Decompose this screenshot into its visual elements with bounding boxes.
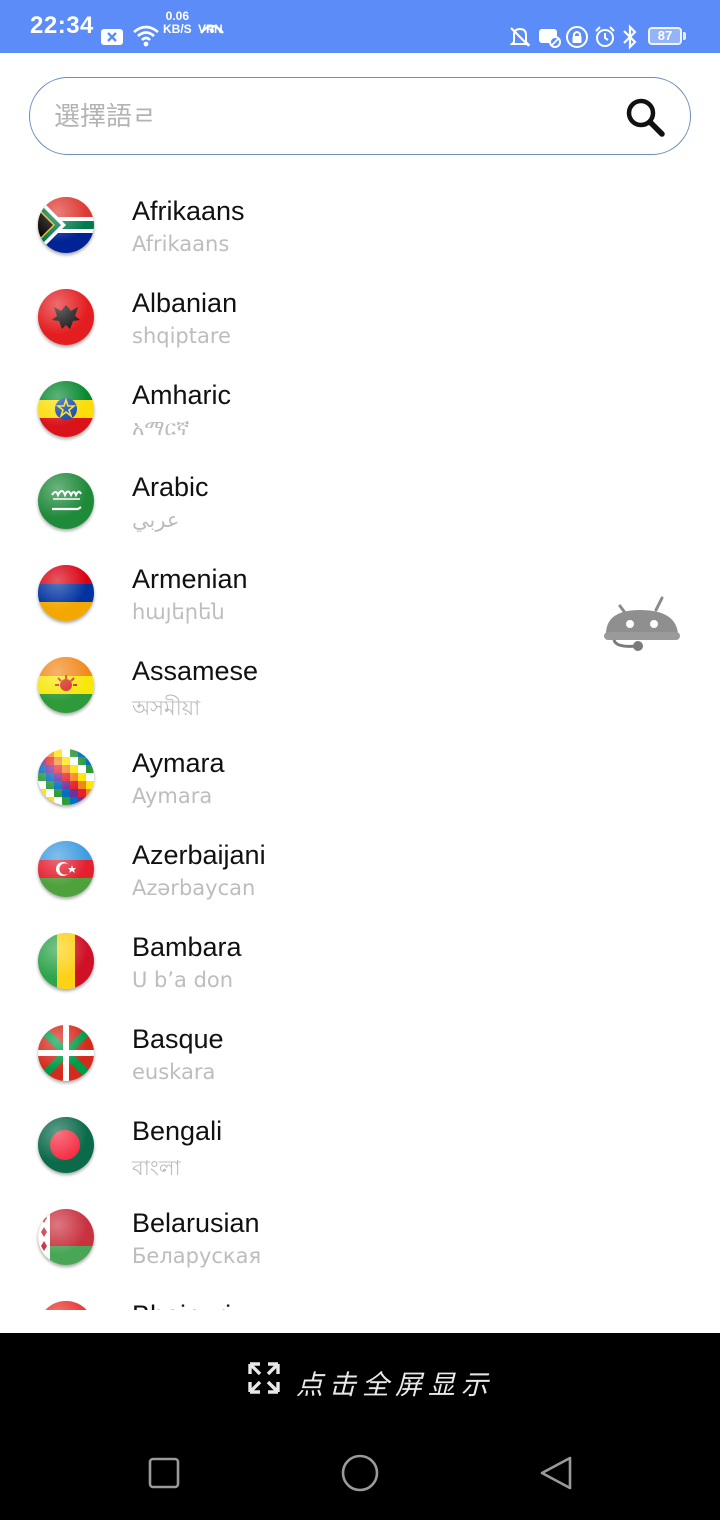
language-native-name: አማርኛ: [132, 416, 190, 440]
language-item-bambara[interactable]: Bambara U b’a don: [0, 901, 720, 993]
ethiopia-flag-icon: [38, 381, 94, 437]
albania-flag-icon: [38, 289, 94, 345]
language-name: Afrikaans: [132, 196, 245, 226]
status-time: 22:34: [30, 12, 94, 39]
language-item-bengali[interactable]: Bengali বাংলা: [0, 1085, 720, 1180]
search-icon[interactable]: [622, 94, 668, 140]
net-speed: 0.06 KB/S: [163, 10, 192, 36]
lock-icon: [566, 26, 588, 48]
language-item-arabic[interactable]: Arabic عربي: [0, 441, 720, 533]
language-item-aymara[interactable]: Aymara Aymara: [0, 717, 720, 809]
language-name: Albanian: [132, 288, 238, 318]
battery-icon: 87: [648, 27, 682, 45]
language-name: Arabic: [132, 472, 209, 502]
language-name: Azerbaijani: [132, 840, 266, 870]
net-speed-unit: KB/S: [163, 22, 192, 36]
assam-flag-icon: [38, 657, 94, 713]
language-native-name: Aymara: [132, 784, 213, 808]
language-list[interactable]: Afrikaans Afrikaans Albanian shqiptare A…: [0, 165, 720, 1310]
alarm-icon: [595, 26, 615, 47]
armenia-flag-icon: [38, 565, 94, 621]
search-box[interactable]: [29, 77, 691, 155]
fullscreen-label[interactable]: 点击全屏显示: [296, 1363, 494, 1402]
language-item-belarusian[interactable]: Belarusian Беларуская: [0, 1177, 720, 1269]
search-input[interactable]: [52, 90, 596, 144]
language-name: Armenian: [132, 564, 248, 594]
language-name: Bengali: [132, 1116, 223, 1146]
mute-bell-icon: [509, 27, 531, 47]
south-africa-flag-icon: [38, 197, 94, 253]
language-name: Assamese: [132, 656, 259, 686]
home-icon[interactable]: [340, 1453, 380, 1493]
wifi-icon: [133, 25, 159, 47]
robot-assistant-icon[interactable]: [600, 594, 682, 654]
language-native-name: عربي: [132, 508, 180, 532]
language-native-name: հայերեն: [132, 600, 225, 624]
language-native-name: U b’a don: [132, 968, 234, 992]
expand-arrows-icon[interactable]: [247, 1361, 281, 1395]
language-native-name: Afrikaans: [132, 232, 230, 256]
bottom-bar: 点击全屏显示: [0, 1333, 720, 1520]
language-item-albanian[interactable]: Albanian shqiptare: [0, 257, 720, 349]
language-name: Amharic: [132, 380, 232, 410]
language-native-name: Azərbaycan: [132, 876, 256, 900]
saudi-arabia-flag-icon: [38, 473, 94, 529]
wiphala-flag-icon: [38, 749, 94, 805]
notification-off-icon: [539, 29, 561, 48]
india-flag-icon: [38, 1301, 94, 1310]
recent-apps-icon[interactable]: [146, 1455, 182, 1491]
language-native-name: shqiptare: [132, 324, 231, 348]
language-name: Bhojpuri: [132, 1300, 231, 1310]
language-name: Basque: [132, 1024, 224, 1054]
vpn-label: VPN: [198, 22, 223, 36]
language-native-name: Беларуская: [132, 1244, 262, 1268]
mali-flag-icon: [38, 933, 94, 989]
close-box-icon: [101, 29, 123, 45]
status-bar: 22:34 0.06 KB/S VPN 87: [0, 0, 720, 53]
language-name: Aymara: [132, 748, 225, 778]
battery-tip: [683, 32, 686, 40]
language-name: Bambara: [132, 932, 242, 962]
belarus-flag-icon: [38, 1209, 94, 1265]
language-name: Belarusian: [132, 1208, 260, 1238]
back-icon[interactable]: [538, 1455, 574, 1491]
language-item-afrikaans[interactable]: Afrikaans Afrikaans: [0, 165, 720, 257]
language-item-amharic[interactable]: Amharic አማርኛ: [0, 349, 720, 441]
azerbaijan-flag-icon: [38, 841, 94, 897]
language-item-basque[interactable]: Basque euskara: [0, 993, 720, 1085]
language-item-bhojpuri[interactable]: Bhojpuri: [0, 1269, 720, 1310]
basque-flag-icon: [38, 1025, 94, 1081]
bangladesh-flag-icon: [38, 1117, 94, 1173]
language-item-azerbaijani[interactable]: Azerbaijani Azərbaycan: [0, 809, 720, 901]
bluetooth-icon: [623, 24, 637, 50]
language-native-name: euskara: [132, 1060, 216, 1084]
